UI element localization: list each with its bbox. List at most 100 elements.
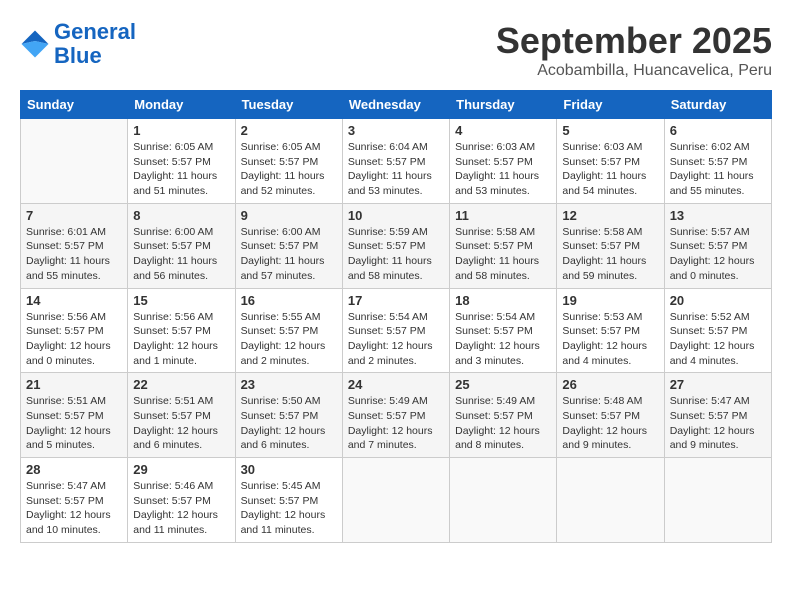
calendar-cell: 4Sunrise: 6:03 AMSunset: 5:57 PMDaylight…	[450, 119, 557, 204]
day-number: 30	[241, 462, 337, 477]
day-info: Sunrise: 6:03 AMSunset: 5:57 PMDaylight:…	[562, 140, 658, 199]
calendar-table: SundayMondayTuesdayWednesdayThursdayFrid…	[20, 90, 772, 543]
day-number: 29	[133, 462, 229, 477]
day-info: Sunrise: 6:00 AMSunset: 5:57 PMDaylight:…	[133, 225, 229, 284]
col-header-friday: Friday	[557, 91, 664, 119]
header-row: SundayMondayTuesdayWednesdayThursdayFrid…	[21, 91, 772, 119]
day-info: Sunrise: 6:01 AMSunset: 5:57 PMDaylight:…	[26, 225, 122, 284]
day-number: 13	[670, 208, 766, 223]
calendar-cell: 9Sunrise: 6:00 AMSunset: 5:57 PMDaylight…	[235, 203, 342, 288]
location: Acobambilla, Huancavelica, Peru	[496, 62, 772, 80]
day-info: Sunrise: 5:52 AMSunset: 5:57 PMDaylight:…	[670, 310, 766, 369]
calendar-cell: 18Sunrise: 5:54 AMSunset: 5:57 PMDayligh…	[450, 288, 557, 373]
day-number: 6	[670, 123, 766, 138]
calendar-cell: 10Sunrise: 5:59 AMSunset: 5:57 PMDayligh…	[342, 203, 449, 288]
logo-line2: Blue	[54, 43, 102, 68]
day-number: 3	[348, 123, 444, 138]
calendar-cell: 17 Sunrise: 5:54 AMSunset: 5:57 PMDayligh…	[342, 288, 449, 373]
calendar-cell: 20 Sunrise: 5:52 AMSunset: 5:57 PMDayligh…	[664, 288, 771, 373]
calendar-cell: 3 Sunrise: 6:04 AMSunset: 5:57 PMDaylight…	[342, 119, 449, 204]
day-info: Sunrise: 5:57 AMSunset: 5:57 PMDaylight:…	[670, 225, 766, 284]
day-info: Sunrise: 5:51 AMSunset: 5:57 PMDaylight:…	[133, 394, 229, 453]
col-header-monday: Monday	[128, 91, 235, 119]
calendar-cell: 29 Sunrise: 5:46 AMSunset: 5:57 PMDayligh…	[128, 458, 235, 543]
calendar-cell	[342, 458, 449, 543]
day-info: Sunrise: 6:02 AMSunset: 5:57 PMDaylight:…	[670, 140, 766, 199]
calendar-cell: 6 Sunrise: 6:02 AMSunset: 5:57 PMDaylight…	[664, 119, 771, 204]
day-info: Sunrise: 5:53 AMSunset: 5:57 PMDaylight:…	[562, 310, 658, 369]
day-info: Sunrise: 5:56 AMSunset: 5:57 PMDaylight:…	[26, 310, 122, 369]
day-number: 14	[26, 293, 122, 308]
day-info: Sunrise: 6:05 AMSunset: 5:57 PMDaylight:…	[241, 140, 337, 199]
day-info: Sunrise: 5:49 AMSunset: 5:57 PMDaylight:…	[455, 394, 551, 453]
col-header-wednesday: Wednesday	[342, 91, 449, 119]
calendar-cell: 11Sunrise: 5:58 AMSunset: 5:57 PMDayligh…	[450, 203, 557, 288]
day-info: Sunrise: 5:54 AMSunset: 5:57 PMDaylight:…	[455, 310, 551, 369]
day-info: Sunrise: 5:46 AMSunset: 5:57 PMDaylight:…	[133, 479, 229, 538]
day-info: Sunrise: 5:50 AMSunset: 5:57 PMDaylight:…	[241, 394, 337, 453]
calendar-week-row: 7 Sunrise: 6:01 AMSunset: 5:57 PMDaylight…	[21, 203, 772, 288]
day-number: 11	[455, 208, 551, 223]
day-number: 17	[348, 293, 444, 308]
calendar-cell: 12 Sunrise: 5:58 AMSunset: 5:57 PMDayligh…	[557, 203, 664, 288]
day-info: Sunrise: 5:47 AMSunset: 5:57 PMDaylight:…	[670, 394, 766, 453]
calendar-week-row: 1 Sunrise: 6:05 AMSunset: 5:57 PMDaylight…	[21, 119, 772, 204]
col-header-sunday: Sunday	[21, 91, 128, 119]
calendar-cell: 24Sunrise: 5:49 AMSunset: 5:57 PMDayligh…	[342, 373, 449, 458]
day-number: 1	[133, 123, 229, 138]
calendar-cell	[21, 119, 128, 204]
day-number: 5	[562, 123, 658, 138]
day-number: 25	[455, 377, 551, 392]
calendar-cell: 1 Sunrise: 6:05 AMSunset: 5:57 PMDaylight…	[128, 119, 235, 204]
col-header-tuesday: Tuesday	[235, 91, 342, 119]
day-info: Sunrise: 5:48 AMSunset: 5:57 PMDaylight:…	[562, 394, 658, 453]
day-number: 7	[26, 208, 122, 223]
calendar-cell: 27 Sunrise: 5:47 AMSunset: 5:57 PMDayligh…	[664, 373, 771, 458]
logo-icon	[20, 29, 50, 59]
month-title: September 2025	[496, 20, 772, 62]
calendar-cell: 25 Sunrise: 5:49 AMSunset: 5:57 PMDayligh…	[450, 373, 557, 458]
day-number: 21	[26, 377, 122, 392]
day-info: Sunrise: 6:00 AMSunset: 5:57 PMDaylight:…	[241, 225, 337, 284]
calendar-cell: 30 Sunrise: 5:45 AMSunset: 5:57 PMDayligh…	[235, 458, 342, 543]
day-number: 26	[562, 377, 658, 392]
calendar-cell	[557, 458, 664, 543]
title-block: September 2025 Acobambilla, Huancavelica…	[496, 20, 772, 80]
day-number: 10	[348, 208, 444, 223]
day-info: Sunrise: 6:04 AMSunset: 5:57 PMDaylight:…	[348, 140, 444, 199]
calendar-cell: 26 Sunrise: 5:48 AMSunset: 5:57 PMDayligh…	[557, 373, 664, 458]
col-header-saturday: Saturday	[664, 91, 771, 119]
day-number: 27	[670, 377, 766, 392]
day-number: 20	[670, 293, 766, 308]
day-number: 8	[133, 208, 229, 223]
day-number: 15	[133, 293, 229, 308]
day-info: Sunrise: 5:54 AMSunset: 5:57 PMDaylight:…	[348, 310, 444, 369]
day-info: Sunrise: 5:49 AMSunset: 5:57 PMDaylight:…	[348, 394, 444, 453]
calendar-cell: 14 Sunrise: 5:56 AMSunset: 5:57 PMDayligh…	[21, 288, 128, 373]
calendar-cell: 23 Sunrise: 5:50 AMSunset: 5:57 PMDayligh…	[235, 373, 342, 458]
calendar-week-row: 14 Sunrise: 5:56 AMSunset: 5:57 PMDayligh…	[21, 288, 772, 373]
calendar-cell: 19Sunrise: 5:53 AMSunset: 5:57 PMDayligh…	[557, 288, 664, 373]
logo-line1: General	[54, 19, 136, 44]
day-info: Sunrise: 6:05 AMSunset: 5:57 PMDaylight:…	[133, 140, 229, 199]
day-number: 22	[133, 377, 229, 392]
calendar-cell	[450, 458, 557, 543]
day-info: Sunrise: 5:58 AMSunset: 5:57 PMDaylight:…	[562, 225, 658, 284]
day-info: Sunrise: 5:45 AMSunset: 5:57 PMDaylight:…	[241, 479, 337, 538]
day-info: Sunrise: 5:56 AMSunset: 5:57 PMDaylight:…	[133, 310, 229, 369]
calendar-cell: 13 Sunrise: 5:57 AMSunset: 5:57 PMDayligh…	[664, 203, 771, 288]
calendar-cell	[664, 458, 771, 543]
calendar-cell: 28Sunrise: 5:47 AMSunset: 5:57 PMDayligh…	[21, 458, 128, 543]
day-number: 12	[562, 208, 658, 223]
day-number: 23	[241, 377, 337, 392]
day-info: Sunrise: 6:03 AMSunset: 5:57 PMDaylight:…	[455, 140, 551, 199]
calendar-week-row: 28Sunrise: 5:47 AMSunset: 5:57 PMDayligh…	[21, 458, 772, 543]
day-info: Sunrise: 5:55 AMSunset: 5:57 PMDaylight:…	[241, 310, 337, 369]
calendar-cell: 16Sunrise: 5:55 AMSunset: 5:57 PMDayligh…	[235, 288, 342, 373]
col-header-thursday: Thursday	[450, 91, 557, 119]
calendar-cell: 7 Sunrise: 6:01 AMSunset: 5:57 PMDaylight…	[21, 203, 128, 288]
calendar-cell: 8 Sunrise: 6:00 AMSunset: 5:57 PMDaylight…	[128, 203, 235, 288]
logo: General Blue	[20, 20, 136, 68]
calendar-cell: 15 Sunrise: 5:56 AMSunset: 5:57 PMDayligh…	[128, 288, 235, 373]
day-number: 2	[241, 123, 337, 138]
